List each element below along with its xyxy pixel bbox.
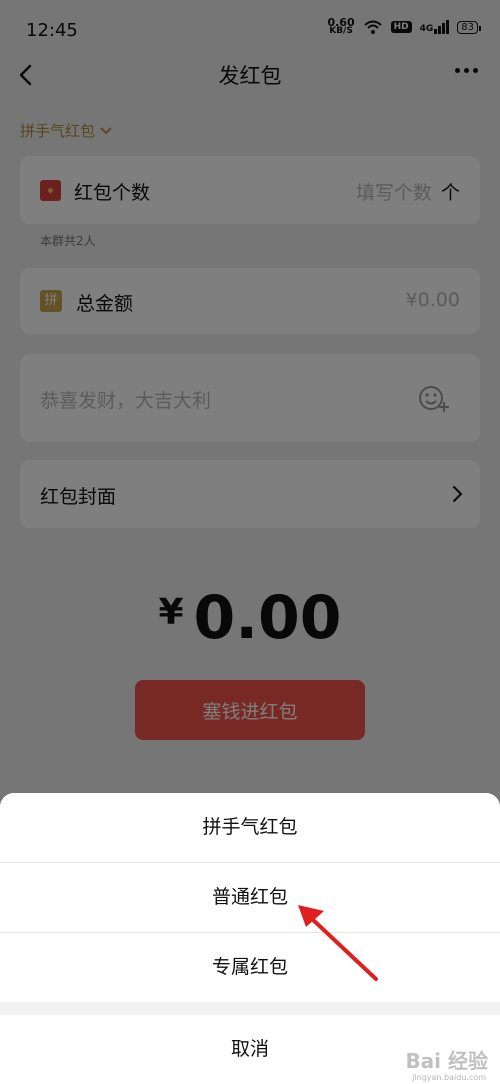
annotation-arrow-icon <box>298 905 378 981</box>
baidu-watermark: Bai 经验 <box>405 1049 488 1073</box>
option-exclusive-packet[interactable]: 专属红包 <box>0 933 500 1002</box>
option-lucky-packet[interactable]: 拼手气红包 <box>0 793 500 862</box>
option-normal-packet[interactable]: 普通红包 <box>0 863 500 932</box>
packet-type-sheet: 拼手气红包 普通红包 专属红包 取消 <box>0 793 500 1084</box>
baidu-watermark-url: jingyan.baidu.com <box>412 1073 486 1082</box>
